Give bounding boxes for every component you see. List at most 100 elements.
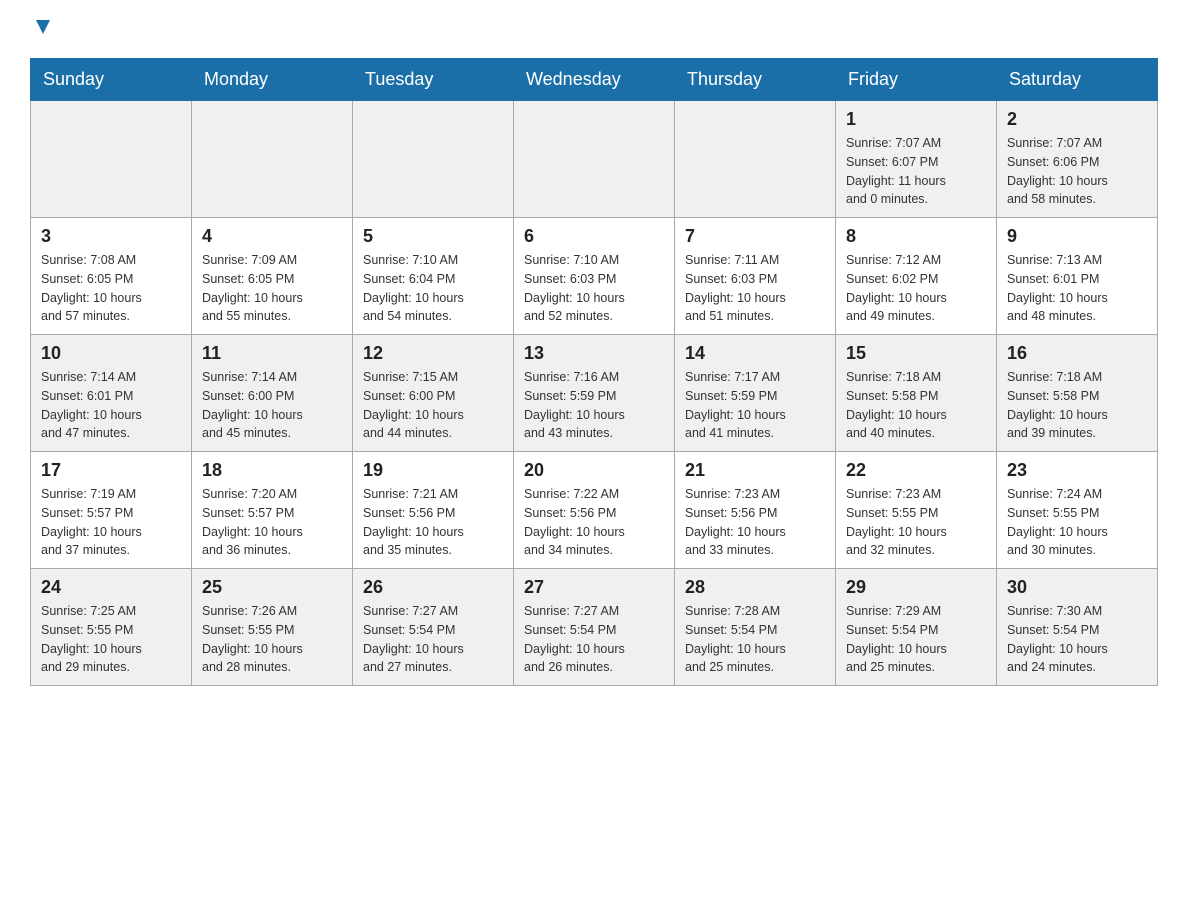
calendar-cell: 5Sunrise: 7:10 AM Sunset: 6:04 PM Daylig…	[353, 218, 514, 335]
calendar-cell	[192, 101, 353, 218]
day-info: Sunrise: 7:27 AM Sunset: 5:54 PM Dayligh…	[524, 602, 664, 677]
day-info: Sunrise: 7:26 AM Sunset: 5:55 PM Dayligh…	[202, 602, 342, 677]
calendar-cell: 27Sunrise: 7:27 AM Sunset: 5:54 PM Dayli…	[514, 569, 675, 686]
calendar-cell: 3 Sunrise: 7:08 AM Sunset: 6:05 PM Daylig…	[31, 218, 192, 335]
calendar-row: 3 Sunrise: 7:08 AM Sunset: 6:05 PM Daylig…	[31, 218, 1158, 335]
weekday-header-wednesday: Wednesday	[514, 59, 675, 101]
calendar-table: SundayMondayTuesdayWednesdayThursdayFrid…	[30, 58, 1158, 686]
calendar-cell: 22 Sunrise: 7:23 AM Sunset: 5:55 PM Dayli…	[836, 452, 997, 569]
day-info: Sunrise: 7:15 AM Sunset: 6:00 PM Dayligh…	[363, 368, 503, 443]
day-info: Sunrise: 7:30 AM Sunset: 5:54 PM Dayligh…	[1007, 602, 1147, 677]
day-number: 6	[524, 226, 664, 247]
day-info: Sunrise: 7:12 AM Sunset: 6:02 PM Dayligh…	[846, 251, 986, 326]
day-number: 25	[202, 577, 342, 598]
day-info: Sunrise: 7:23 AM Sunset: 5:55 PM Dayligh…	[846, 485, 986, 560]
calendar-cell: 23 Sunrise: 7:24 AM Sunset: 5:55 PM Dayli…	[997, 452, 1158, 569]
calendar-cell	[31, 101, 192, 218]
day-number: 20	[524, 460, 664, 481]
calendar-cell: 20 Sunrise: 7:22 AM Sunset: 5:56 PM Dayli…	[514, 452, 675, 569]
calendar-cell: 7Sunrise: 7:11 AM Sunset: 6:03 PM Daylig…	[675, 218, 836, 335]
page-header	[30, 20, 1158, 38]
day-info: Sunrise: 7:18 AM Sunset: 5:58 PM Dayligh…	[1007, 368, 1147, 443]
day-info: Sunrise: 7:09 AM Sunset: 6:05 PM Dayligh…	[202, 251, 342, 326]
day-number: 8	[846, 226, 986, 247]
calendar-cell	[675, 101, 836, 218]
day-info: Sunrise: 7:25 AM Sunset: 5:55 PM Dayligh…	[41, 602, 181, 677]
calendar-cell: 25 Sunrise: 7:26 AM Sunset: 5:55 PM Dayli…	[192, 569, 353, 686]
day-info: Sunrise: 7:14 AM Sunset: 6:00 PM Dayligh…	[202, 368, 342, 443]
calendar-cell: 4 Sunrise: 7:09 AM Sunset: 6:05 PM Daylig…	[192, 218, 353, 335]
day-info: Sunrise: 7:16 AM Sunset: 5:59 PM Dayligh…	[524, 368, 664, 443]
calendar-cell: 26 Sunrise: 7:27 AM Sunset: 5:54 PM Dayli…	[353, 569, 514, 686]
day-number: 23	[1007, 460, 1147, 481]
calendar-cell: 29 Sunrise: 7:29 AM Sunset: 5:54 PM Dayli…	[836, 569, 997, 686]
weekday-header-row: SundayMondayTuesdayWednesdayThursdayFrid…	[31, 59, 1158, 101]
day-number: 22	[846, 460, 986, 481]
day-info: Sunrise: 7:13 AM Sunset: 6:01 PM Dayligh…	[1007, 251, 1147, 326]
day-number: 12	[363, 343, 503, 364]
logo-triangle-icon	[32, 16, 54, 38]
day-number: 18	[202, 460, 342, 481]
day-number: 14	[685, 343, 825, 364]
day-info: Sunrise: 7:28 AM Sunset: 5:54 PM Dayligh…	[685, 602, 825, 677]
calendar-cell	[514, 101, 675, 218]
calendar-cell: 30 Sunrise: 7:30 AM Sunset: 5:54 PM Dayli…	[997, 569, 1158, 686]
day-info: Sunrise: 7:08 AM Sunset: 6:05 PM Dayligh…	[41, 251, 181, 326]
calendar-cell: 13 Sunrise: 7:16 AM Sunset: 5:59 PM Dayli…	[514, 335, 675, 452]
weekday-header-tuesday: Tuesday	[353, 59, 514, 101]
day-info: Sunrise: 7:10 AM Sunset: 6:03 PM Dayligh…	[524, 251, 664, 326]
day-number: 4	[202, 226, 342, 247]
day-info: Sunrise: 7:07 AM Sunset: 6:06 PM Dayligh…	[1007, 134, 1147, 209]
calendar-row: 1 Sunrise: 7:07 AM Sunset: 6:07 PM Daylig…	[31, 101, 1158, 218]
day-number: 15	[846, 343, 986, 364]
calendar-cell: 28 Sunrise: 7:28 AM Sunset: 5:54 PM Dayli…	[675, 569, 836, 686]
calendar-cell: 14Sunrise: 7:17 AM Sunset: 5:59 PM Dayli…	[675, 335, 836, 452]
day-info: Sunrise: 7:18 AM Sunset: 5:58 PM Dayligh…	[846, 368, 986, 443]
day-info: Sunrise: 7:20 AM Sunset: 5:57 PM Dayligh…	[202, 485, 342, 560]
day-number: 24	[41, 577, 181, 598]
calendar-row: 17Sunrise: 7:19 AM Sunset: 5:57 PM Dayli…	[31, 452, 1158, 569]
weekday-header-monday: Monday	[192, 59, 353, 101]
day-number: 11	[202, 343, 342, 364]
calendar-cell: 19 Sunrise: 7:21 AM Sunset: 5:56 PM Dayli…	[353, 452, 514, 569]
day-number: 10	[41, 343, 181, 364]
calendar-cell: 9Sunrise: 7:13 AM Sunset: 6:01 PM Daylig…	[997, 218, 1158, 335]
day-number: 3	[41, 226, 181, 247]
day-info: Sunrise: 7:14 AM Sunset: 6:01 PM Dayligh…	[41, 368, 181, 443]
weekday-header-thursday: Thursday	[675, 59, 836, 101]
day-info: Sunrise: 7:07 AM Sunset: 6:07 PM Dayligh…	[846, 134, 986, 209]
calendar-cell	[353, 101, 514, 218]
calendar-cell: 10 Sunrise: 7:14 AM Sunset: 6:01 PM Dayli…	[31, 335, 192, 452]
day-info: Sunrise: 7:10 AM Sunset: 6:04 PM Dayligh…	[363, 251, 503, 326]
day-number: 2	[1007, 109, 1147, 130]
calendar-cell: 1 Sunrise: 7:07 AM Sunset: 6:07 PM Daylig…	[836, 101, 997, 218]
day-number: 1	[846, 109, 986, 130]
day-number: 29	[846, 577, 986, 598]
day-number: 19	[363, 460, 503, 481]
calendar-cell: 16 Sunrise: 7:18 AM Sunset: 5:58 PM Dayli…	[997, 335, 1158, 452]
day-info: Sunrise: 7:22 AM Sunset: 5:56 PM Dayligh…	[524, 485, 664, 560]
day-number: 28	[685, 577, 825, 598]
day-number: 13	[524, 343, 664, 364]
calendar-cell: 18 Sunrise: 7:20 AM Sunset: 5:57 PM Dayli…	[192, 452, 353, 569]
day-number: 17	[41, 460, 181, 481]
day-number: 16	[1007, 343, 1147, 364]
day-info: Sunrise: 7:29 AM Sunset: 5:54 PM Dayligh…	[846, 602, 986, 677]
day-info: Sunrise: 7:21 AM Sunset: 5:56 PM Dayligh…	[363, 485, 503, 560]
calendar-cell: 11 Sunrise: 7:14 AM Sunset: 6:00 PM Dayli…	[192, 335, 353, 452]
day-info: Sunrise: 7:24 AM Sunset: 5:55 PM Dayligh…	[1007, 485, 1147, 560]
weekday-header-friday: Friday	[836, 59, 997, 101]
day-number: 30	[1007, 577, 1147, 598]
calendar-cell: 15 Sunrise: 7:18 AM Sunset: 5:58 PM Dayli…	[836, 335, 997, 452]
calendar-cell: 8 Sunrise: 7:12 AM Sunset: 6:02 PM Daylig…	[836, 218, 997, 335]
day-number: 26	[363, 577, 503, 598]
calendar-cell: 12 Sunrise: 7:15 AM Sunset: 6:00 PM Dayli…	[353, 335, 514, 452]
calendar-cell: 17Sunrise: 7:19 AM Sunset: 5:57 PM Dayli…	[31, 452, 192, 569]
day-info: Sunrise: 7:23 AM Sunset: 5:56 PM Dayligh…	[685, 485, 825, 560]
day-info: Sunrise: 7:11 AM Sunset: 6:03 PM Dayligh…	[685, 251, 825, 326]
day-info: Sunrise: 7:27 AM Sunset: 5:54 PM Dayligh…	[363, 602, 503, 677]
calendar-row: 10 Sunrise: 7:14 AM Sunset: 6:01 PM Dayli…	[31, 335, 1158, 452]
calendar-cell: 2 Sunrise: 7:07 AM Sunset: 6:06 PM Daylig…	[997, 101, 1158, 218]
calendar-cell: 24 Sunrise: 7:25 AM Sunset: 5:55 PM Dayli…	[31, 569, 192, 686]
logo	[30, 20, 54, 38]
